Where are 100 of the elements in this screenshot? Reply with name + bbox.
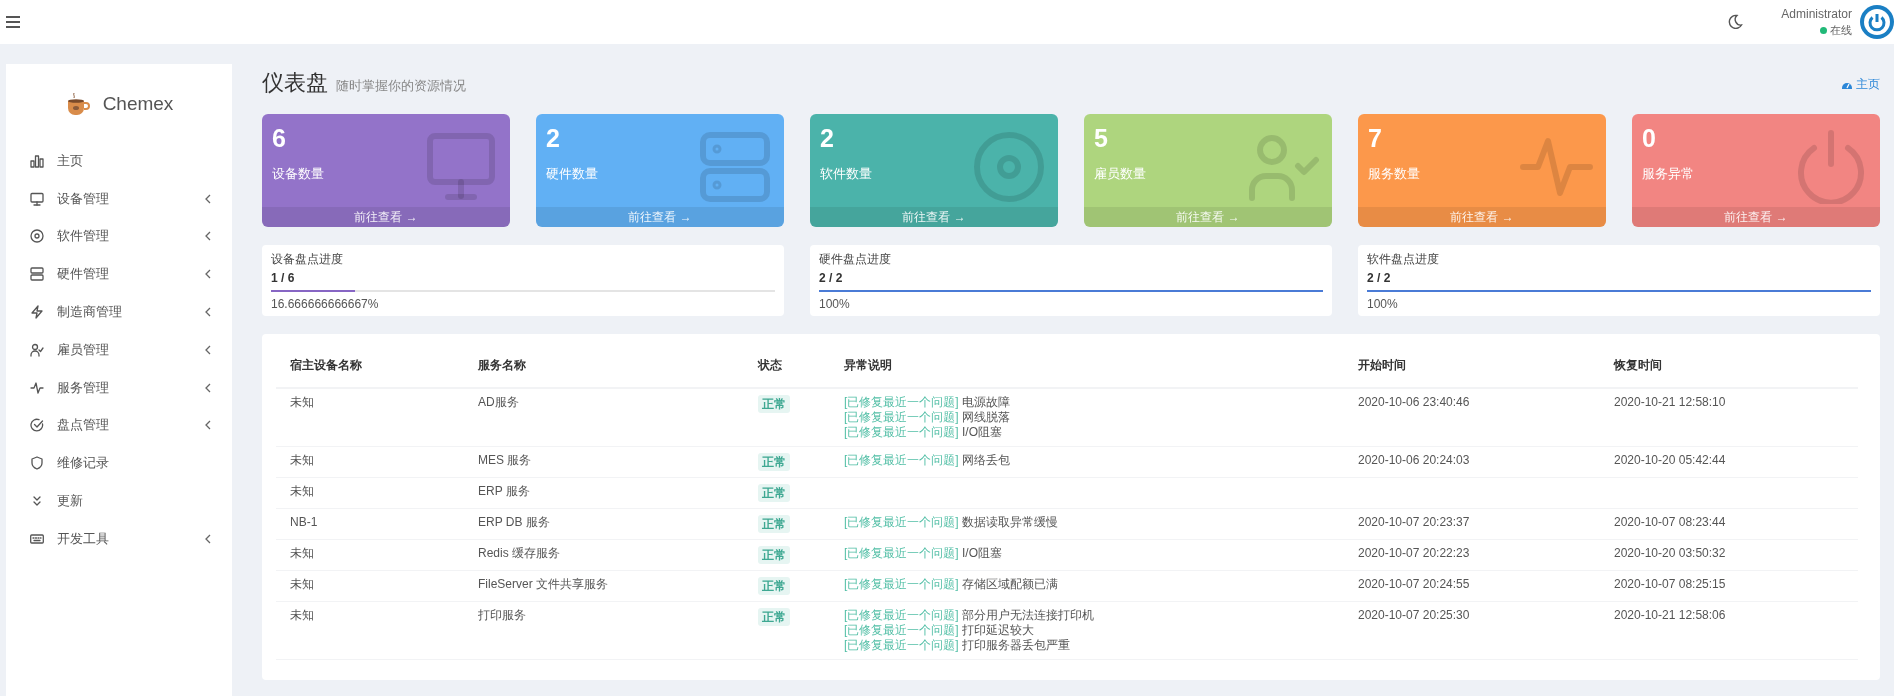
- progress-count: 2 / 2: [819, 271, 843, 285]
- table-cell: 未知: [276, 477, 464, 509]
- moon-icon[interactable]: [1727, 14, 1744, 30]
- column-header: 异常说明: [830, 344, 1344, 388]
- stat-label: 服务数量: [1368, 165, 1420, 183]
- issue-text: [已修复最近一个问题] 部分用户无法连接打印机: [844, 608, 1095, 623]
- sidebar-item[interactable]: 制造商管理: [6, 293, 232, 331]
- stat-value: 2: [546, 124, 560, 153]
- table-cell: 未知: [276, 388, 464, 447]
- status-badge: 正常: [758, 484, 790, 502]
- column-header: 恢复时间: [1600, 344, 1858, 388]
- sidebar-item[interactable]: 更新: [6, 482, 232, 520]
- column-header: 开始时间: [1344, 344, 1600, 388]
- menu-icon[interactable]: [6, 16, 20, 28]
- table-cell: NB-1: [276, 508, 464, 540]
- server-icon: [30, 267, 44, 282]
- sidebar-item[interactable]: 软件管理: [6, 217, 232, 256]
- table-cell: Redis 缓存服务: [464, 539, 744, 571]
- progress-title: 软件盘点进度: [1367, 251, 1439, 268]
- page-subtitle: 随时掌握你的资源情况: [336, 77, 466, 95]
- progress-count: 1 / 6: [271, 271, 295, 285]
- stat-label: 服务异常: [1642, 165, 1694, 183]
- table-cell: 未知: [276, 539, 464, 571]
- table-cell: 2020-10-07 08:23:44: [1600, 508, 1858, 540]
- issue-text: [已修复最近一个问题] 打印服务器丢包严重: [844, 638, 1071, 653]
- sidebar-item[interactable]: 开发工具: [6, 519, 232, 558]
- table-cell: 未知: [276, 446, 464, 478]
- user-name: Administrator: [1781, 6, 1852, 21]
- progress-percent: 100%: [1367, 297, 1398, 311]
- issue-text: [已修复最近一个问题] 网线脱落: [844, 410, 1011, 425]
- stat-value: 5: [1094, 124, 1108, 153]
- bar-chart-icon: [30, 153, 44, 168]
- user-check-icon: [30, 342, 44, 357]
- table-cell: 2020-10-06 23:40:46: [1344, 388, 1600, 447]
- sidebar-item[interactable]: 服务管理: [6, 368, 232, 407]
- breadcrumb-link[interactable]: 主页: [1841, 76, 1880, 93]
- issue-text: [已修复最近一个问题] I/O阻塞: [844, 425, 1003, 440]
- progress-title: 硬件盘点进度: [819, 251, 891, 268]
- shield-icon: [30, 456, 44, 471]
- progress-count: 2 / 2: [1367, 271, 1391, 285]
- table-cell: AD服务: [464, 388, 744, 447]
- table-cell: 2020-10-07 08:25:15: [1600, 570, 1858, 602]
- issue-text: [已修复最近一个问题] 存储区域配额已满: [844, 577, 1059, 592]
- issue-text: [已修复最近一个问题] 电源故障: [844, 395, 1011, 410]
- stat-value: 0: [1642, 124, 1656, 153]
- progress-percent: 100%: [819, 297, 850, 311]
- table-cell: 2020-10-07 20:24:55: [1344, 570, 1600, 602]
- sidebar-item[interactable]: 维修记录: [6, 444, 232, 483]
- table-cell: 2020-10-21 12:58:06: [1600, 601, 1858, 660]
- sidebar-item[interactable]: 主页: [6, 142, 232, 180]
- stat-value: 2: [820, 124, 834, 153]
- table-cell: 打印服务: [464, 601, 744, 660]
- status-badge: 正常: [758, 515, 790, 533]
- avatar[interactable]: [1860, 5, 1894, 39]
- sidebar-item[interactable]: 硬件管理: [6, 255, 232, 294]
- stat-label: 设备数量: [272, 165, 324, 183]
- table-cell: ERP DB 服务: [464, 508, 744, 540]
- sidebar-item[interactable]: 雇员管理: [6, 331, 232, 369]
- issue-text: [已修复最近一个问题] I/O阻塞: [844, 546, 1003, 561]
- table-cell: 2020-10-07 20:22:23: [1344, 539, 1600, 571]
- table-cell: 未知: [276, 601, 464, 660]
- column-header: 服务名称: [464, 344, 744, 388]
- stat-label: 雇员数量: [1094, 165, 1146, 183]
- table-cell: 2020-10-20 03:50:32: [1600, 539, 1858, 571]
- progress-percent: 16.666666666667%: [271, 297, 379, 311]
- status-badge: 正常: [758, 546, 790, 564]
- status-badge: 正常: [758, 577, 790, 595]
- disc-icon: [30, 229, 44, 244]
- table-cell: 2020-10-07 20:25:30: [1344, 601, 1600, 660]
- status-badge: 正常: [758, 453, 790, 471]
- table-cell: MES 服务: [464, 446, 744, 478]
- table-cell: 2020-10-07 20:23:37: [1344, 508, 1600, 540]
- issue-text: [已修复最近一个问题] 打印延迟较大: [844, 623, 1035, 638]
- table-cell: FileServer 文件共享服务: [464, 570, 744, 602]
- status-badge: 正常: [758, 395, 790, 413]
- progress-title: 设备盘点进度: [271, 251, 343, 268]
- monitor-icon: [30, 191, 44, 206]
- view-more-link[interactable]: 前往查看 →: [262, 207, 510, 227]
- table-cell: 2020-10-21 12:58:10: [1600, 388, 1858, 447]
- table-cell: 2020-10-20 05:42:44: [1600, 446, 1858, 478]
- sidebar-item[interactable]: 设备管理: [6, 179, 232, 218]
- check-circle-icon: [30, 418, 44, 433]
- server-icon: [698, 130, 772, 204]
- online-status: 在线: [1820, 22, 1852, 38]
- stat-label: 软件数量: [820, 165, 872, 183]
- page-title: 仪表盘: [262, 69, 328, 97]
- status-badge: 正常: [758, 608, 790, 626]
- table-cell: 2020-10-06 20:24:03: [1344, 446, 1600, 478]
- lightning-icon: [30, 305, 44, 320]
- table-cell: ERP 服务: [464, 477, 744, 509]
- table-cell: 未知: [276, 570, 464, 602]
- stat-value: 7: [1368, 124, 1382, 153]
- activity-icon: [30, 380, 44, 395]
- issue-text: [已修复最近一个问题] 网络丢包: [844, 453, 1011, 468]
- issue-text: [已修复最近一个问题] 数据读取异常缓慢: [844, 515, 1059, 530]
- stat-label: 硬件数量: [546, 165, 598, 183]
- column-header: 宿主设备名称: [276, 344, 464, 388]
- sidebar-item[interactable]: 盘点管理: [6, 406, 232, 445]
- stat-value: 6: [272, 124, 286, 153]
- keyboard-icon: [30, 531, 44, 546]
